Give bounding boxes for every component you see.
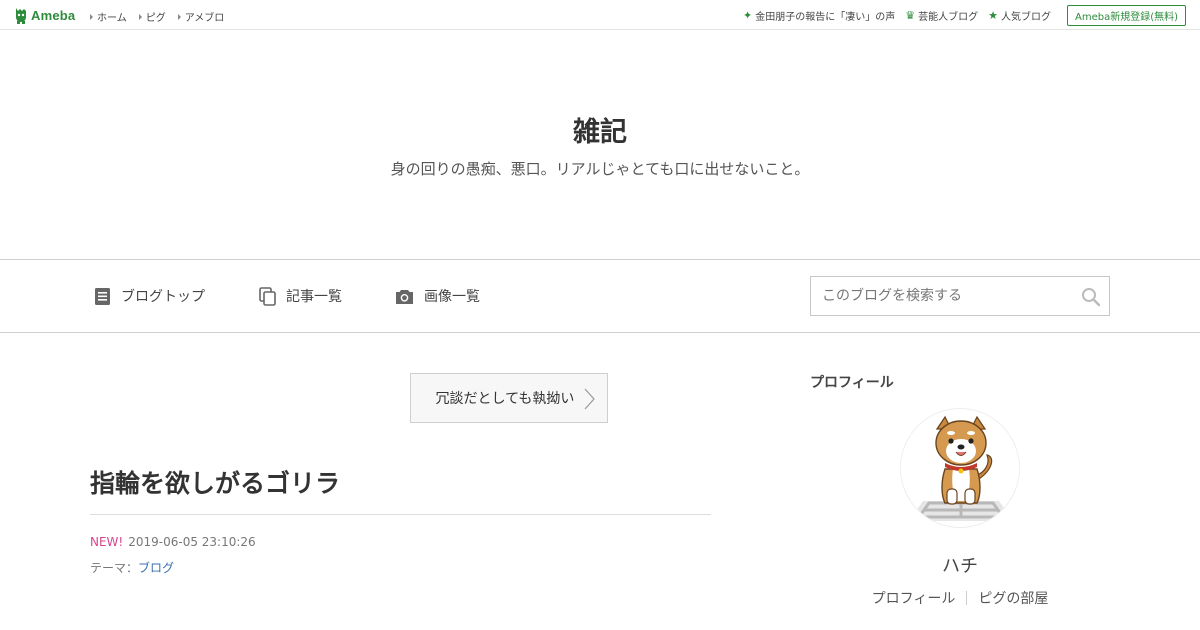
triangle-right-icon (138, 13, 142, 20)
global-nav-label: ピグ (145, 13, 166, 24)
article-title[interactable]: 指輪を欲しがるゴリラ (90, 464, 340, 500)
nav-article-list[interactable]: 記事一覧 (259, 286, 342, 306)
star-icon: ★ (988, 9, 998, 22)
header-link-celebrity-blogs[interactable]: ♛ 芸能人ブログ (905, 8, 978, 23)
crown-icon: ♛ (905, 9, 916, 22)
profile-link[interactable]: プロフィール (872, 588, 956, 608)
copy-icon (259, 286, 276, 306)
global-nav: ホーム ピグ アメブロ (90, 9, 224, 24)
header-link-news[interactable]: ✦ 金田朋子の報告に「凄い」の声 (743, 8, 895, 23)
global-header: Ameba ホーム ピグ アメブロ ✦ 金田朋子の報告に「凄い」の声 ♛ 芸能人ブロ… (0, 0, 1200, 30)
nav-blog-top[interactable]: ブログトップ (94, 286, 205, 306)
nav-label: 画像一覧 (424, 289, 480, 305)
global-nav-label: ホーム (97, 13, 127, 24)
previous-article-button[interactable]: 冗談だとしても執拗い (410, 373, 608, 423)
header-link-label: 人気ブログ (1000, 12, 1051, 23)
blog-nav: ブログトップ 記事一覧 画像一覧 (0, 259, 1200, 333)
nav-label: 記事一覧 (286, 289, 342, 305)
header-link-popular-blogs[interactable]: ★ 人気ブログ (988, 8, 1051, 23)
ameba-mark-icon (16, 8, 26, 24)
search-input[interactable] (811, 277, 1071, 315)
blog-description: 身の回りの愚痴、悪口。リアルじゃとても口に出せないこと。 (390, 160, 810, 178)
link-separator (966, 591, 968, 605)
previous-article-label: 冗談だとしても執拗い (435, 391, 575, 407)
divider (90, 514, 711, 515)
avatar[interactable] (900, 408, 1020, 528)
global-nav-pigg[interactable]: ピグ (138, 9, 166, 24)
logo-text: Ameba (31, 7, 76, 23)
article-theme: テーマ：ブログ (90, 559, 174, 576)
search-icon[interactable] (1081, 287, 1101, 307)
article-datetime: 2019-06-05 23:10:26 (128, 535, 256, 549)
triangle-right-icon (177, 13, 181, 20)
global-nav-ameblo[interactable]: アメブロ (177, 9, 225, 24)
global-header-right: ✦ 金田朋子の報告に「凄い」の声 ♛ 芸能人ブログ ★ 人気ブログ Ameba新規登録… (743, 5, 1186, 26)
document-icon (95, 287, 110, 305)
nav-label: ブログトップ (121, 289, 205, 305)
chevron-right-icon (584, 388, 595, 410)
global-nav-label: アメブロ (184, 13, 225, 24)
theme-label: テーマ： (90, 561, 139, 575)
theme-link[interactable]: ブログ (138, 561, 174, 575)
sidebar-profile-heading: プロフィール (810, 375, 894, 391)
global-nav-home[interactable]: ホーム (90, 9, 127, 24)
dog-avatar-image (909, 415, 1013, 521)
pigg-room-link[interactable]: ピグの部屋 (978, 588, 1048, 608)
header-link-label: 金田朋子の報告に「凄い」の声 (755, 12, 896, 23)
new-badge: NEW! (90, 535, 124, 549)
sparkle-icon: ✦ (743, 9, 753, 22)
triangle-right-icon (90, 13, 93, 20)
profile-name[interactable]: ハチ (810, 552, 1110, 578)
ameba-logo[interactable]: Ameba (14, 6, 75, 24)
nav-image-list[interactable]: 画像一覧 (395, 286, 480, 306)
signup-button[interactable]: Ameba新規登録(無料) (1066, 5, 1186, 26)
profile-links: プロフィール ピグの部屋 (810, 588, 1110, 608)
header-link-label: 芸能人ブログ (918, 12, 979, 23)
blog-title[interactable]: 雑記 (0, 110, 1200, 149)
article-meta: NEW! 2019-06-05 23:10:26 (90, 535, 256, 549)
camera-icon (396, 289, 413, 304)
blog-search (810, 276, 1110, 316)
